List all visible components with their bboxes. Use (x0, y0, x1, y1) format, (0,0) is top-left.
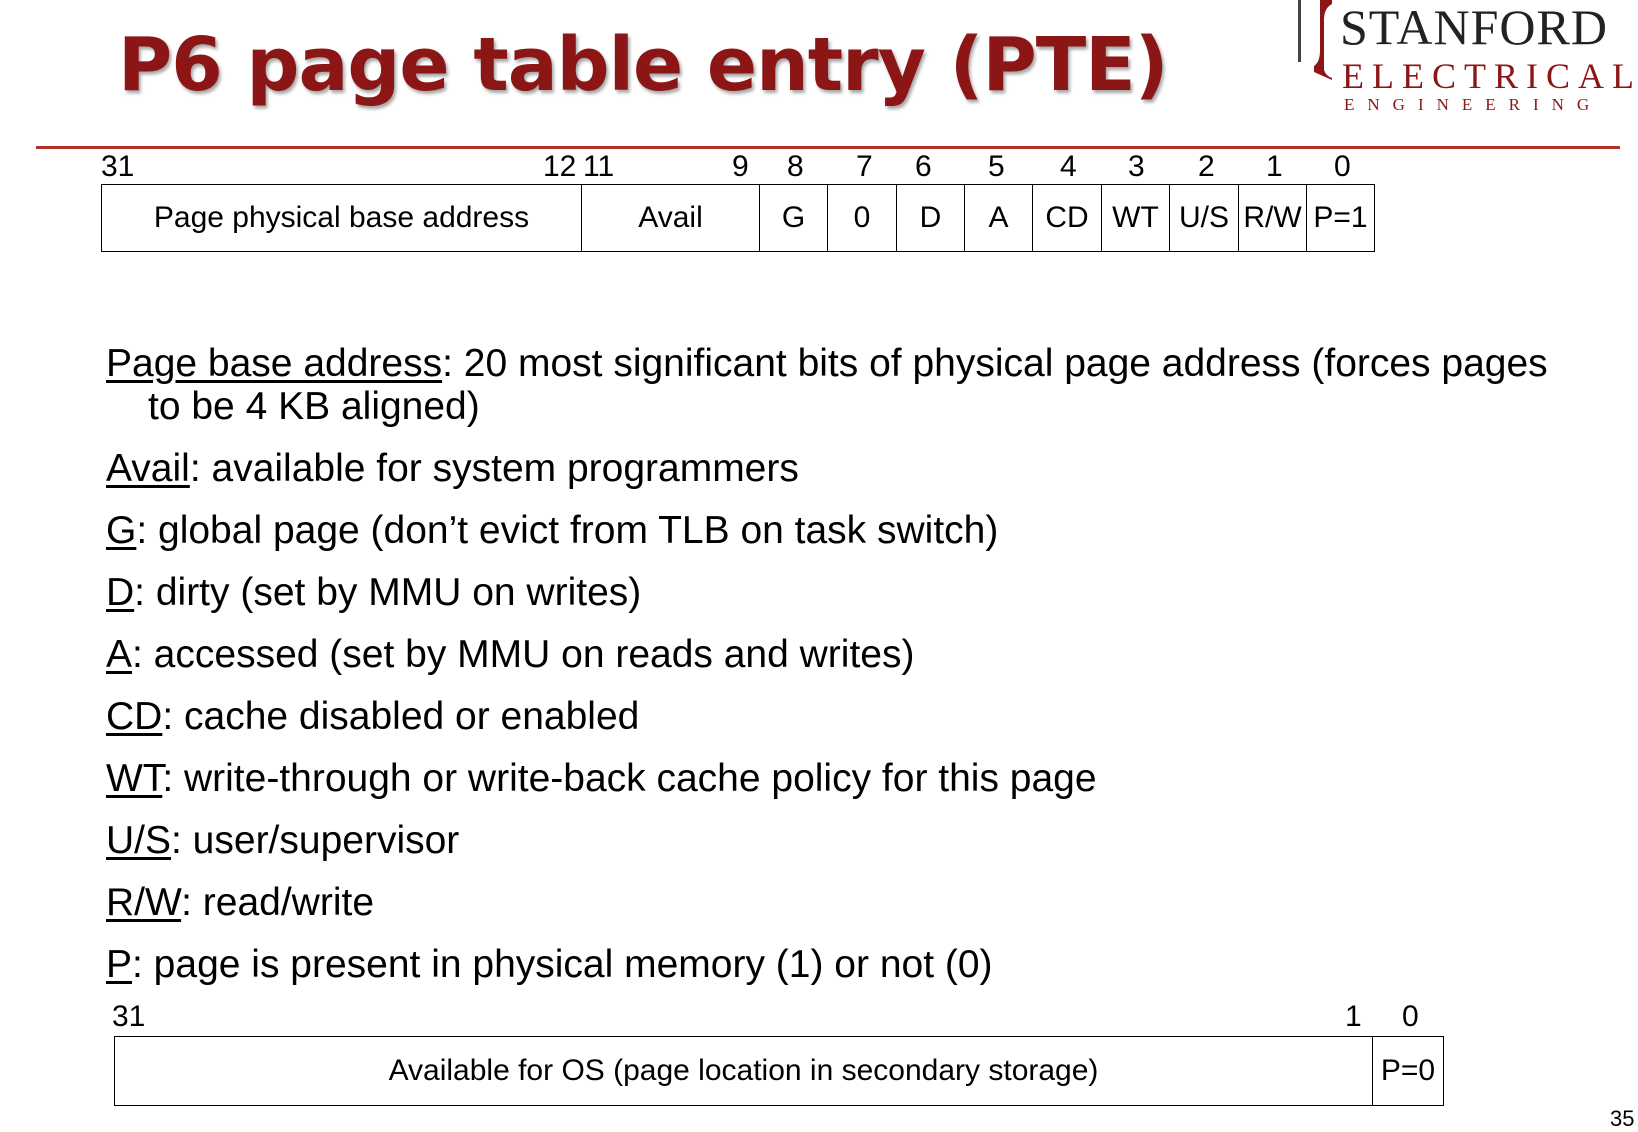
field-definitions: Page base address: 20 most significant b… (106, 342, 1576, 1005)
field-g: G (760, 185, 828, 251)
logo-mark-icon (1314, 0, 1332, 80)
title-rule (36, 146, 1620, 149)
definition-g: G: global page (don’t evict from TLB on … (106, 509, 999, 552)
field-wt: WT (1102, 185, 1170, 251)
field-p-0: P=0 (1380, 1054, 1436, 1087)
definition-a: A: accessed (set by MMU on reads and wri… (106, 633, 915, 676)
definition-avail: Avail: available for system programmers (106, 447, 799, 490)
definition-page-base-address: Page base address: 20 most significant b… (106, 342, 1548, 428)
field-us: U/S (1170, 185, 1239, 251)
field-a: A (965, 185, 1033, 251)
bit-number-9: 9 (732, 150, 749, 183)
page-number: 35 (1610, 1106, 1635, 1131)
definition-rw: R/W: read/write (106, 881, 375, 924)
bit-number-6: 6 (915, 150, 932, 183)
pte-present-register: Page physical base address Avail G 0 D A… (101, 184, 1375, 252)
logo-divider (1298, 0, 1301, 62)
field-cd: CD (1033, 185, 1102, 251)
logo-engineering: ENGINEERING (1344, 95, 1603, 114)
stanford-ee-logo: STANFORD ELECTRICAL ENGINEERING (1298, 0, 1638, 118)
bit-number-31: 31 (112, 1000, 146, 1033)
pte-absent-register: Available for OS (page location in secon… (114, 1036, 1444, 1106)
bit-number-31: 31 (101, 150, 135, 183)
bit-number-3: 3 (1128, 150, 1145, 183)
bit-number-5: 5 (988, 150, 1005, 183)
field-available-for-os: Available for OS (page location in secon… (115, 1037, 1373, 1105)
definition-p: P: page is present in physical memory (1… (106, 943, 993, 986)
field-p-1: P=1 (1313, 201, 1368, 234)
logo-electrical: ELECTRICAL (1342, 56, 1638, 96)
field-page-physical-base-address: Page physical base address (102, 185, 582, 251)
field-d: D (897, 185, 965, 251)
definition-d: D: dirty (set by MMU on writes) (106, 571, 642, 614)
bit-number-2: 2 (1198, 150, 1215, 183)
bit-number-0: 0 (1402, 1000, 1419, 1033)
bit-number-1: 1 (1345, 1000, 1362, 1033)
bit-number-4: 4 (1060, 150, 1077, 183)
bit-number-8: 8 (787, 150, 804, 183)
bit-number-0: 0 (1334, 150, 1351, 183)
field-rw: R/W (1239, 185, 1307, 251)
logo-stanford: STANFORD (1340, 0, 1608, 55)
bit-number-7: 7 (856, 150, 873, 183)
definition-us: U/S: user/supervisor (106, 819, 460, 862)
bit-number-1: 1 (1266, 150, 1283, 183)
field-zero: 0 (828, 185, 897, 251)
bit-number-12: 12 (543, 150, 577, 183)
definition-cd: CD: cache disabled or enabled (106, 695, 640, 738)
slide-title: P6 page table entry (PTE) (118, 22, 1169, 108)
field-avail: Avail (582, 185, 760, 251)
definition-wt: WT: write-through or write-back cache po… (106, 757, 1097, 800)
bit-number-11: 11 (583, 150, 615, 183)
